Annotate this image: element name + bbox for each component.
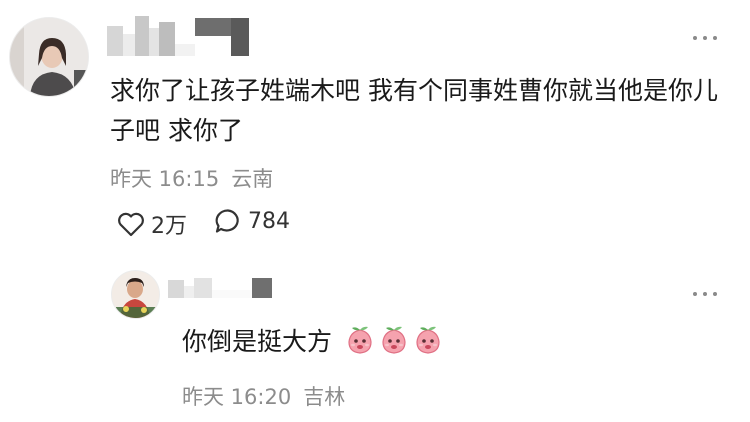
commenter-username-mosaic[interactable] xyxy=(107,14,249,56)
reply-location: 吉林 xyxy=(303,385,346,409)
peach-emoji-icon xyxy=(416,326,440,354)
reply-meta: 昨天 16:20 吉林 xyxy=(182,381,345,411)
emoji-group xyxy=(344,324,444,356)
reply-time: 昨天 16:20 xyxy=(182,385,292,409)
comment-bubble-icon xyxy=(214,208,242,234)
replier-username-mosaic[interactable] xyxy=(168,276,272,298)
reply-count: 784 xyxy=(248,208,290,234)
peach-emoji-icon xyxy=(382,326,406,354)
peach-emoji-icon xyxy=(348,326,372,354)
like-count: 2万 xyxy=(151,214,187,239)
comment-time: 昨天 16:15 xyxy=(110,167,220,191)
like-button[interactable]: 2万 xyxy=(117,208,187,240)
reply-more-dots-icon[interactable] xyxy=(693,292,717,296)
heart-icon xyxy=(117,211,145,237)
comment-text: 求你了让孩子姓端木吧 我有个同事姓曹你就当他是你儿子吧 求你了 xyxy=(110,76,718,145)
reply-content: 你倒是挺大方 xyxy=(182,322,444,358)
comment-meta: 昨天 16:15 云南 xyxy=(110,163,273,193)
comment-location: 云南 xyxy=(231,167,274,191)
reply-text: 你倒是挺大方 xyxy=(182,327,333,356)
reply-count-button[interactable]: 784 xyxy=(214,208,290,234)
commenter-avatar[interactable] xyxy=(9,17,89,97)
comment-more-dots-icon[interactable] xyxy=(693,36,717,40)
replier-avatar[interactable] xyxy=(111,270,160,319)
